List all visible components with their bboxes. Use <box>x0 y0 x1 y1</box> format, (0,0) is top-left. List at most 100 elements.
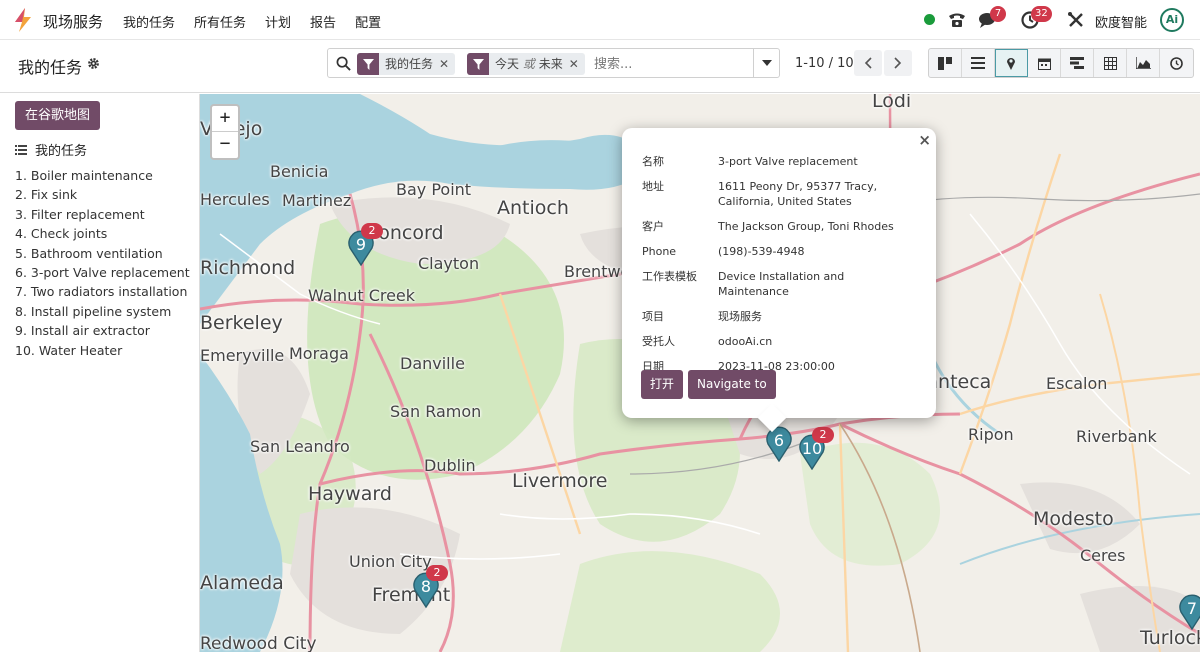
gear-icon[interactable] <box>87 57 100 70</box>
task-list-item[interactable]: 5. Bathroom ventilation <box>15 244 190 263</box>
facet-date: 今天 或 未来 ✕ <box>467 53 585 75</box>
top-navbar: 现场服务 我的任务 所有任务 计划 报告 配置 7 32 欧度智能 Ai <box>0 0 1200 40</box>
breadcrumb-title: 我的任务 <box>18 58 83 77</box>
open-google-maps-button[interactable]: 在谷歌地图 <box>15 101 101 130</box>
popup-row-assignee: 受托人 odooAi.cn <box>642 335 773 348</box>
map-marker-icon <box>1007 58 1015 70</box>
view-activity-button[interactable] <box>1160 49 1193 77</box>
main-menu: 我的任务 所有任务 计划 报告 配置 <box>123 12 400 31</box>
remove-facet-button[interactable]: ✕ <box>569 53 585 75</box>
map-label-riverbank: Riverbank <box>1076 427 1157 446</box>
map-label-modesto: Modesto <box>1033 508 1114 530</box>
marker-popup: × 名称 3-port Valve replacement 地址 1611 Peon… <box>622 128 936 433</box>
task-list-item[interactable]: 8. Install pipeline system <box>15 302 190 321</box>
popup-row-project: 项目 现场服务 <box>642 310 762 323</box>
map-marker-7[interactable]: 7 <box>1178 594 1200 631</box>
kanban-icon <box>938 56 952 70</box>
map-label-redwood-city: Redwood City <box>200 634 317 652</box>
pager-value[interactable]: 1-10 / 10 <box>795 56 854 71</box>
menu-item-all-tasks[interactable]: 所有任务 <box>194 12 246 31</box>
map-label-antioch: Antioch <box>497 197 569 219</box>
record-list-header: 我的任务 <box>15 140 87 159</box>
messages-badge: 7 <box>990 6 1006 22</box>
map-marker-8[interactable]: 8 2 <box>412 565 448 609</box>
map-sidebar: 在谷歌地图 我的任务 1. Boiler maintenance 2. Fix … <box>0 94 200 652</box>
open-record-button[interactable]: 打开 <box>641 370 684 399</box>
map-label-alameda: Alameda <box>200 572 284 594</box>
map-zoom-control: + − <box>210 104 240 160</box>
task-list-item[interactable]: 6. 3-port Valve replacement <box>15 263 190 282</box>
gantt-icon <box>1070 57 1084 69</box>
view-map-button[interactable] <box>995 49 1028 77</box>
task-list: 1. Boiler maintenance 2. Fix sink 3. Fil… <box>15 166 190 360</box>
map-label-hayward: Hayward <box>308 483 392 505</box>
task-list-item[interactable]: 3. Filter replacement <box>15 205 190 224</box>
remove-facet-button[interactable]: ✕ <box>439 53 455 75</box>
marker-count-badge: 2 <box>361 223 383 239</box>
view-calendar-button[interactable] <box>1028 49 1061 77</box>
facet-label: 今天 或 未来 <box>495 57 563 71</box>
popup-row-phone: Phone (198)-539-4948 <box>642 245 805 258</box>
map-label-ceres: Ceres <box>1080 546 1126 565</box>
company-switcher[interactable]: 欧度智能 <box>1095 12 1147 31</box>
search-options-toggle[interactable] <box>753 49 779 77</box>
map-label-union-city: Union City <box>349 552 432 571</box>
map-label-bay-point: Bay Point <box>396 180 472 199</box>
task-list-item[interactable]: 10. Water Heater <box>15 341 190 360</box>
view-list-button[interactable] <box>962 49 995 77</box>
map-label-san-leandro: San Leandro <box>250 437 350 456</box>
pivot-icon <box>1103 56 1117 70</box>
debug-tools-icon[interactable] <box>1066 10 1086 30</box>
view-gantt-button[interactable] <box>1061 49 1094 77</box>
map-marker-9[interactable]: 9 2 <box>347 223 383 267</box>
search-icon[interactable] <box>336 56 351 71</box>
zoom-out-button[interactable]: − <box>212 132 238 158</box>
map-label-moraga: Moraga <box>289 344 349 363</box>
menu-item-configuration[interactable]: 配置 <box>355 12 381 31</box>
task-list-item[interactable]: 7. Two radiators installation <box>15 282 190 301</box>
task-list-item[interactable]: 9. Install air extractor <box>15 321 190 340</box>
list-icon <box>971 57 985 69</box>
menu-item-planning[interactable]: 计划 <box>265 12 291 31</box>
task-list-item[interactable]: 1. Boiler maintenance <box>15 166 190 185</box>
control-panel: 我的任务 我的任务 ✕ 今天 或 未来 ✕ 1-10 / 10 <box>0 40 1200 93</box>
caret-down-icon <box>761 60 772 66</box>
map-label-richmond: Richmond <box>200 257 296 279</box>
popup-row-customer: 客户 The Jackson Group, Toni Rhodes <box>642 220 894 233</box>
view-graph-button[interactable] <box>1127 49 1160 77</box>
view-kanban-button[interactable] <box>929 49 962 77</box>
chevron-left-icon <box>864 57 872 69</box>
menu-item-reporting[interactable]: 报告 <box>310 12 336 31</box>
map-label-san-ramon: San Ramon <box>390 402 482 421</box>
area-chart-icon <box>1135 57 1151 69</box>
field-service-logo-icon[interactable] <box>12 8 34 32</box>
map-label-walnut-creek: Walnut Creek <box>308 286 416 305</box>
filter-icon <box>472 58 484 70</box>
map-label-danville: Danville <box>400 354 465 373</box>
menu-item-my-tasks[interactable]: 我的任务 <box>123 12 175 31</box>
filter-icon <box>362 58 374 70</box>
user-avatar[interactable]: Ai <box>1160 8 1184 32</box>
map-label-berkeley: Berkeley <box>200 312 283 334</box>
pager-previous-button[interactable] <box>854 50 882 76</box>
task-list-item[interactable]: 2. Fix sink <box>15 185 190 204</box>
calendar-icon <box>1037 58 1051 70</box>
map-label-escalon: Escalon <box>1046 374 1108 393</box>
task-list-item[interactable]: 4. Check joints <box>15 224 190 243</box>
pager-next-button[interactable] <box>884 50 912 76</box>
search-input[interactable] <box>594 54 744 74</box>
popup-row-address: 地址 1611 Peony Dr, 95377 Tracy, California… <box>642 180 878 208</box>
list-icon <box>15 144 27 155</box>
map-marker-6[interactable]: 6 <box>765 426 793 463</box>
map-marker-10[interactable]: 10 2 <box>798 427 834 471</box>
zoom-in-button[interactable]: + <box>212 106 238 132</box>
marker-count-badge: 2 <box>426 565 448 581</box>
navigate-to-button[interactable]: Navigate to <box>688 370 776 399</box>
phone-icon[interactable] <box>947 10 967 30</box>
close-popup-button[interactable]: × <box>918 131 931 149</box>
view-pivot-button[interactable] <box>1094 49 1127 77</box>
marker-number: 7 <box>1186 599 1198 618</box>
search-bar: 我的任务 ✕ 今天 或 未来 ✕ <box>327 48 780 78</box>
app-name[interactable]: 现场服务 <box>43 11 103 32</box>
map-label-martinez: Martinez <box>282 191 352 210</box>
